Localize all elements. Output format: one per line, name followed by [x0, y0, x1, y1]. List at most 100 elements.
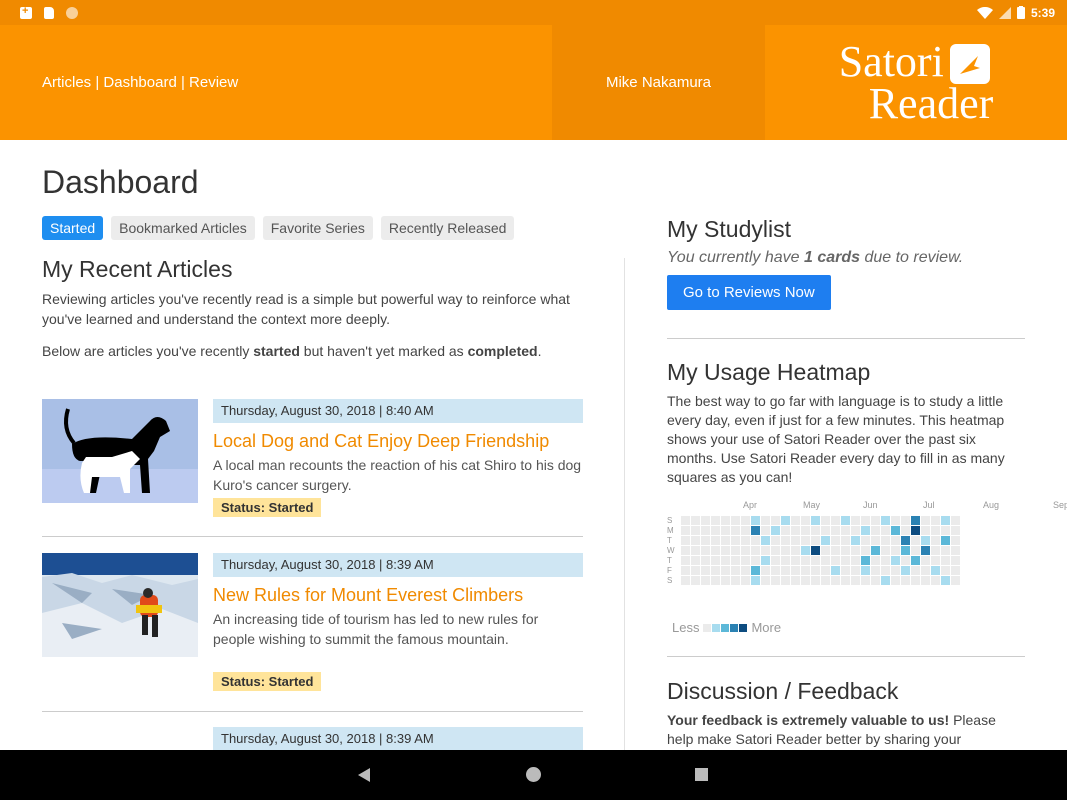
heatmap-cell: [931, 556, 940, 565]
heatmap-cell: [701, 526, 710, 535]
heatmap-cell: [861, 526, 870, 535]
heatmap-cell: [741, 566, 750, 575]
month-label: Jul: [923, 500, 935, 510]
heatmap-cell: [681, 516, 690, 525]
heatmap-cell: [931, 576, 940, 585]
heatmap-cell: [811, 556, 820, 565]
heatmap-cell: [711, 546, 720, 555]
home-icon[interactable]: [526, 767, 541, 782]
status-badge: Status: Started: [213, 672, 322, 691]
heatmap-cell: [841, 556, 850, 565]
sync-icon: [66, 6, 78, 19]
heatmap-cell: [851, 526, 860, 535]
heatmap-cell: [811, 516, 820, 525]
go-to-reviews-button[interactable]: Go to Reviews Now: [667, 275, 831, 310]
article-thumbnail[interactable]: [42, 553, 198, 657]
heatmap-cell: [791, 546, 800, 555]
recent-articles-section: My Recent Articles Reviewing articles yo…: [42, 256, 583, 361]
heatmap-cell: [891, 566, 900, 575]
heatmap-cell: [951, 576, 960, 585]
system-nav-bar: [0, 750, 1067, 800]
heatmap-cell: [941, 536, 950, 545]
back-icon[interactable]: [358, 768, 370, 782]
user-menu[interactable]: Mike Nakamura: [552, 25, 765, 140]
heatmap-cell: [741, 526, 750, 535]
heatmap-cell: [721, 576, 730, 585]
heatmap-cell: [791, 536, 800, 545]
article-title[interactable]: New Rules for Mount Everest Climbers: [213, 585, 523, 606]
heatmap-cell: [781, 546, 790, 555]
heatmap-cell: [841, 516, 850, 525]
heatmap-cell: [831, 536, 840, 545]
heatmap-cell: [891, 576, 900, 585]
article-summary: A local man recounts the reaction of his…: [213, 457, 582, 493]
heatmap-cell: [891, 556, 900, 565]
tab-recently-released[interactable]: Recently Released: [380, 216, 515, 240]
heatmap-cell: [711, 516, 720, 525]
heatmap-cell: [901, 526, 910, 535]
heatmap-cell: [831, 556, 840, 565]
heatmap-cell: [771, 516, 780, 525]
tab-started[interactable]: Started: [42, 216, 104, 240]
article-date: Thursday, August 30, 2018 | 8:39 AM: [213, 553, 583, 577]
heatmap-cell: [721, 536, 730, 545]
day-label: M: [667, 526, 674, 535]
recent-apps-icon[interactable]: [695, 768, 708, 781]
divider: [667, 338, 1025, 339]
heatmap-cell: [921, 566, 930, 575]
heatmap-cell: [921, 536, 930, 545]
nav-links[interactable]: Articles | Dashboard | Review: [42, 74, 238, 91]
heatmap-cell: [891, 526, 900, 535]
heatmap-cell: [731, 526, 740, 535]
notification-add-icon: [20, 5, 32, 19]
heatmap-cell: [691, 576, 700, 585]
article-card[interactable]: Thursday, August 30, 2018 | 8:39 AM: [42, 727, 583, 750]
heatmap-cell: [921, 546, 930, 555]
divider: [667, 656, 1025, 657]
heatmap-cell: [941, 576, 950, 585]
heatmap-cell: [931, 526, 940, 535]
heatmap-cell: [931, 536, 940, 545]
heatmap-cell: [871, 566, 880, 575]
heatmap-cell: [911, 516, 920, 525]
heatmap-cell: [751, 536, 760, 545]
heatmap-cell: [911, 566, 920, 575]
heatmap-cell: [901, 536, 910, 545]
heatmap-cell: [801, 516, 810, 525]
heatmap-cell: [871, 526, 880, 535]
heatmap-cell: [801, 556, 810, 565]
heatmap-cell: [941, 526, 950, 535]
heatmap-cell: [791, 516, 800, 525]
heatmap-cell: [771, 526, 780, 535]
heatmap-cell: [741, 516, 750, 525]
heatmap-cell: [741, 536, 750, 545]
article-thumbnail[interactable]: [42, 399, 198, 503]
logo[interactable]: Satori Reader: [765, 25, 1067, 140]
article-title[interactable]: Local Dog and Cat Enjoy Deep Friendship: [213, 431, 549, 452]
heatmap-cell: [711, 556, 720, 565]
intro-text: Reviewing articles you've recently read …: [42, 291, 570, 327]
heatmap-cell: [761, 556, 770, 565]
tab-bookmarked-articles[interactable]: Bookmarked Articles: [111, 216, 255, 240]
column-divider: [624, 258, 625, 750]
heatmap-cell: [841, 576, 850, 585]
article-card[interactable]: Thursday, August 30, 2018 | 8:39 AM New …: [42, 553, 583, 713]
heatmap-cell: [921, 516, 930, 525]
month-label: Aug: [983, 500, 1000, 510]
logo-line2: Reader: [868, 78, 994, 128]
heatmap-cell: [811, 546, 820, 555]
month-label: Sep: [1053, 500, 1067, 510]
app-header: Articles | Dashboard | Review Mike Nakam…: [0, 25, 1067, 140]
feedback-title: Discussion / Feedback: [667, 678, 899, 704]
heatmap-cell: [721, 546, 730, 555]
article-card[interactable]: Thursday, August 30, 2018 | 8:40 AM Loca…: [42, 399, 583, 559]
heatmap-cell: [721, 556, 730, 565]
tab-favorite-series[interactable]: Favorite Series: [262, 216, 373, 240]
heatmap-cell: [941, 546, 950, 555]
user-name[interactable]: Mike Nakamura: [606, 74, 711, 91]
heatmap-section: My Usage Heatmap The best way to go far …: [667, 359, 1025, 487]
heatmap-description: The best way to go far with language is …: [667, 393, 1005, 485]
heatmap-cell: [881, 566, 890, 575]
heatmap-cell: [931, 566, 940, 575]
heatmap-cell: [691, 526, 700, 535]
